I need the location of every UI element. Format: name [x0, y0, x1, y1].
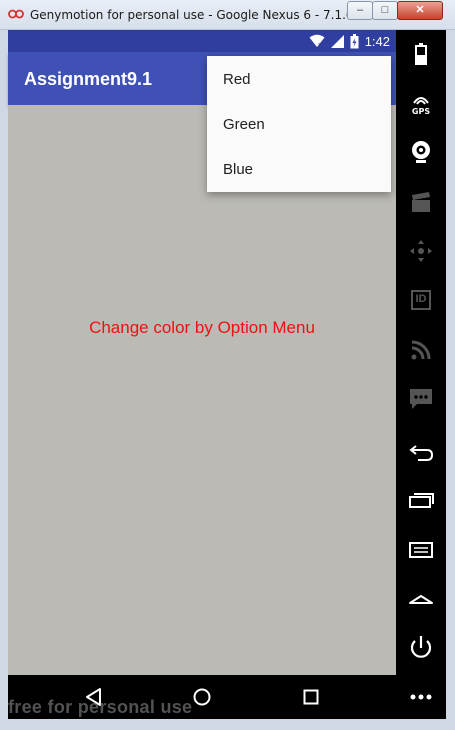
genymotion-app-icon — [8, 9, 24, 19]
window-frame-right — [446, 30, 455, 730]
power-icon[interactable] — [406, 633, 436, 663]
maximize-button[interactable]: □ — [372, 1, 398, 20]
battery-icon[interactable] — [406, 39, 436, 69]
status-time: 1:42 — [364, 33, 390, 49]
more-icon[interactable] — [406, 682, 436, 712]
clapper-icon[interactable] — [406, 187, 436, 217]
menu-item-blue[interactable]: Blue — [207, 147, 391, 192]
dpad-icon[interactable] — [406, 236, 436, 266]
webcam-icon[interactable] — [406, 137, 436, 167]
window-titlebar: Genymotion for personal use - Google Nex… — [0, 0, 455, 30]
minimize-button[interactable]: – — [347, 1, 373, 20]
battery-charging-icon — [350, 33, 359, 48]
home-icon[interactable] — [406, 585, 436, 615]
menu-item-red[interactable]: Red — [207, 57, 391, 102]
wifi-icon: x — [309, 34, 325, 48]
menu-item-green[interactable]: Green — [207, 102, 391, 147]
id-icon[interactable]: ID — [406, 285, 436, 315]
genymotion-sidebar: GPS ID — [396, 30, 446, 719]
signal-icon — [330, 34, 344, 48]
window-frame-left — [0, 30, 8, 730]
gps-signal-icon — [413, 97, 429, 105]
app-title: Assignment9.1 — [24, 69, 153, 89]
watermark-text: free for personal use — [8, 697, 193, 717]
nav-recents-icon[interactable] — [297, 683, 325, 711]
close-button[interactable]: ✕ — [397, 1, 443, 20]
status-bar: x 1:42 — [8, 30, 396, 52]
svg-text:x: x — [318, 41, 322, 48]
recents-icon[interactable] — [406, 485, 436, 515]
back-icon[interactable] — [406, 436, 436, 466]
change-color-text: Change color by Option Menu — [89, 318, 315, 337]
menu-icon[interactable] — [406, 535, 436, 565]
window-title: Genymotion for personal use - Google Nex… — [30, 8, 377, 22]
gps-label: GPS — [411, 107, 431, 116]
window-frame-bottom — [0, 719, 455, 730]
options-menu: Red Green Blue — [207, 56, 391, 192]
sms-icon[interactable] — [406, 383, 436, 413]
id-label: ID — [415, 293, 427, 305]
cast-icon[interactable] — [406, 334, 436, 364]
gps-icon[interactable]: GPS — [406, 89, 436, 119]
